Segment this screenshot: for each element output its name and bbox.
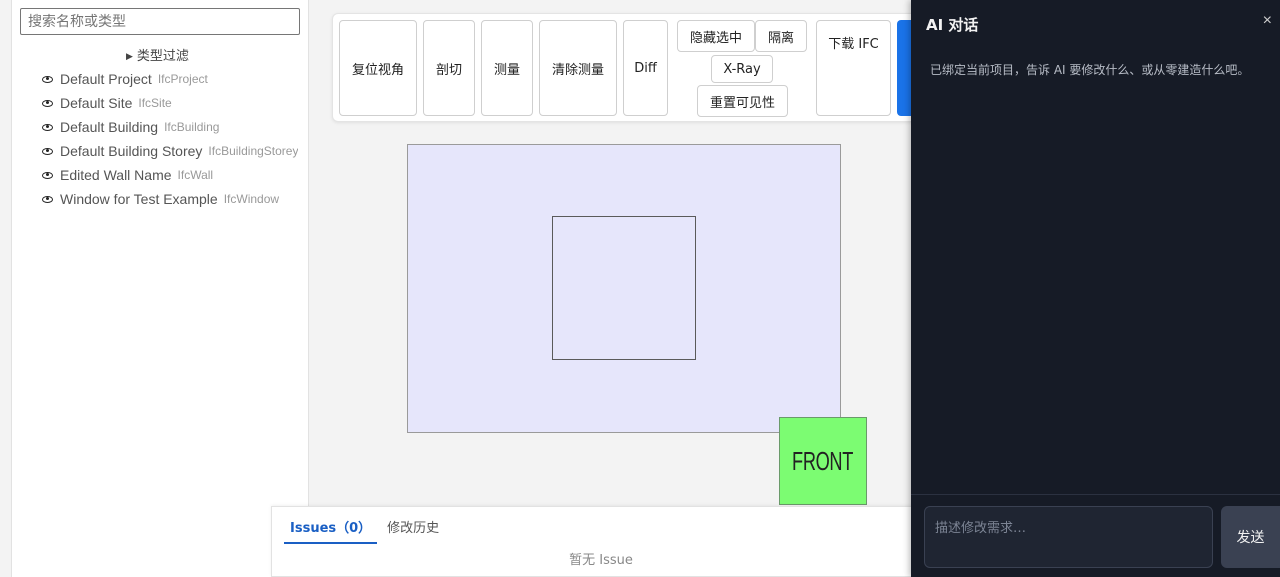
issues-panel: Issues（0） 修改历史 暂无 Issue xyxy=(271,506,931,577)
ai-message-input[interactable] xyxy=(924,506,1213,568)
section-button[interactable]: 剖切 xyxy=(423,20,475,116)
tab-history[interactable]: 修改历史 xyxy=(381,515,445,544)
issues-empty-text: 暂无 Issue xyxy=(569,553,633,568)
type-filter-label: 类型过滤 xyxy=(136,49,189,64)
tree-item-type: IfcWindow xyxy=(223,192,280,206)
tree-item-wall[interactable]: Edited Wall Name IfcWall xyxy=(42,163,310,187)
send-button[interactable]: 发送 xyxy=(1221,506,1280,568)
tree-item-building[interactable]: Default Building IfcBuilding xyxy=(42,115,310,139)
tree-item-window[interactable]: Window for Test Example IfcWindow xyxy=(42,187,310,211)
search-input[interactable] xyxy=(20,8,300,35)
visibility-eye-icon[interactable] xyxy=(42,171,53,179)
viewer-toolbar: 复位视角 剖切 测量 清除测量 Diff 隐藏选中 隔离 X-Ray 重置可见性… xyxy=(332,13,927,122)
ai-chat-footer: 发送 xyxy=(911,494,1280,577)
model-tree: Default Project IfcProject Default Site … xyxy=(42,67,310,211)
tree-item-type: IfcSite xyxy=(138,96,172,110)
expand-triangle-icon: ▶ xyxy=(126,52,133,62)
window-geometry[interactable] xyxy=(552,216,696,360)
tree-item-site[interactable]: Default Site IfcSite xyxy=(42,91,310,115)
tree-item-project[interactable]: Default Project IfcProject xyxy=(42,67,310,91)
xray-button[interactable]: X-Ray xyxy=(711,55,773,83)
tree-item-type: IfcBuilding xyxy=(164,120,220,134)
tree-item-name: Edited Wall Name xyxy=(60,167,172,183)
type-filter-toggle[interactable]: ▶ 类型过滤 xyxy=(126,45,189,64)
visibility-eye-icon[interactable] xyxy=(42,147,53,155)
ai-chat-title: AI 对话 xyxy=(926,16,979,34)
visibility-eye-icon[interactable] xyxy=(42,75,53,83)
diff-button[interactable]: Diff xyxy=(623,20,668,116)
tree-item-name: Default Building Storey xyxy=(60,143,203,159)
download-ifc-button[interactable]: 下载 IFC xyxy=(816,20,891,116)
visibility-eye-icon[interactable] xyxy=(42,123,53,131)
visibility-eye-icon[interactable] xyxy=(42,99,53,107)
ai-chat-panel: AI 对话 × 已绑定当前项目，告诉 AI 要修改什么、或从零建造什么吧。 发送 xyxy=(911,0,1280,577)
reset-view-button[interactable]: 复位视角 xyxy=(339,20,417,116)
tree-item-type: IfcProject xyxy=(157,72,208,86)
tree-item-name: Default Project xyxy=(60,71,152,87)
measure-button[interactable]: 测量 xyxy=(481,20,533,116)
tree-item-type: IfcBuildingStorey xyxy=(208,144,299,158)
view-cube[interactable]: FRONT xyxy=(779,417,867,505)
tab-issues[interactable]: Issues（0） xyxy=(284,515,378,544)
tree-item-storey[interactable]: Default Building Storey IfcBuildingStore… xyxy=(42,139,310,163)
tree-item-name: Default Building xyxy=(60,119,159,135)
issues-tabs: Issues（0） 修改历史 xyxy=(284,515,445,544)
view-cube-label: FRONT xyxy=(792,445,854,476)
tree-item-type: IfcWall xyxy=(177,168,214,182)
visibility-eye-icon[interactable] xyxy=(42,195,53,203)
isolate-button[interactable]: 隔离 xyxy=(755,20,807,52)
tree-item-name: Window for Test Example xyxy=(60,191,218,207)
hide-selected-button[interactable]: 隐藏选中 xyxy=(677,20,755,52)
model-tree-panel: ▶类型过滤 Default Project IfcProject Default… xyxy=(11,0,309,577)
ai-chat-hint: 已绑定当前项目，告诉 AI 要修改什么、或从零建造什么吧。 xyxy=(930,63,1250,77)
close-icon[interactable]: × xyxy=(1263,12,1272,30)
reset-visibility-button[interactable]: 重置可见性 xyxy=(697,85,788,117)
tree-item-name: Default Site xyxy=(60,95,133,111)
clear-measure-button[interactable]: 清除测量 xyxy=(539,20,617,116)
